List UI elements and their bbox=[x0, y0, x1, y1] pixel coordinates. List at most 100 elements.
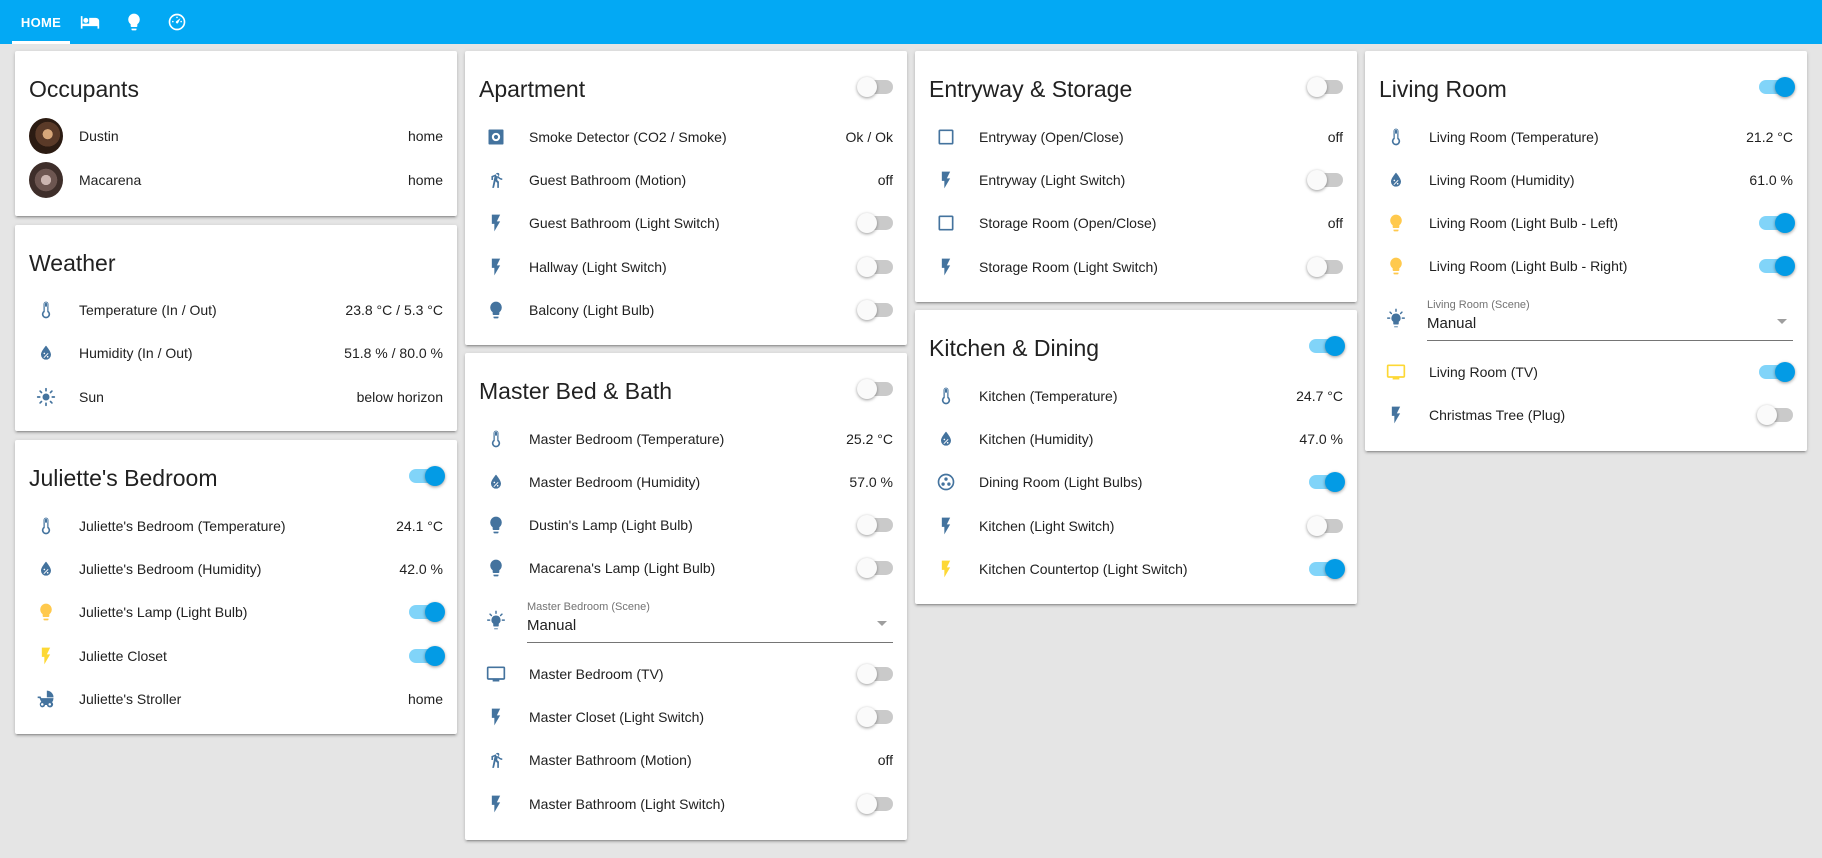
entity-state: 42.0 % bbox=[399, 561, 443, 577]
speedometer-icon bbox=[167, 12, 187, 32]
select-underline bbox=[1427, 340, 1793, 341]
entity-toggle[interactable] bbox=[857, 558, 893, 578]
entity-state: 24.1 °C bbox=[396, 518, 443, 534]
card-title: Weather bbox=[29, 249, 116, 276]
entity-row[interactable]: Kitchen (Temperature) 24.7 °C bbox=[929, 376, 1343, 416]
entity-row[interactable]: Guest Bathroom (Motion) off bbox=[479, 160, 893, 200]
entity-row[interactable]: Living Room (Light Bulb - Left) bbox=[1379, 203, 1795, 243]
entity-toggle[interactable] bbox=[857, 257, 893, 277]
app-toolbar: HOME bbox=[0, 0, 1822, 44]
card-header: Master Bed & Bath bbox=[479, 353, 893, 425]
occupant-row[interactable]: Macarena home bbox=[29, 160, 443, 200]
entity-toggle[interactable] bbox=[857, 794, 893, 814]
entity-row[interactable]: Storage Room (Light Switch) bbox=[929, 247, 1343, 287]
entity-toggle[interactable] bbox=[1307, 559, 1345, 579]
scene-select[interactable]: Master Bedroom (Scene) Manual bbox=[527, 599, 893, 643]
entity-toggle[interactable] bbox=[857, 213, 893, 233]
card-header: Occupants bbox=[29, 51, 443, 123]
entity-toggle[interactable] bbox=[857, 707, 893, 727]
entity-row[interactable]: Guest Bathroom (Light Switch) bbox=[479, 203, 893, 243]
kitchen-dining-card: Kitchen & Dining Kitchen (Temperature) 2… bbox=[915, 310, 1357, 604]
entity-row[interactable]: Master Bedroom (Humidity) 57.0 % bbox=[479, 462, 893, 502]
entity-row[interactable]: Master Bedroom (Temperature) 25.2 °C bbox=[479, 419, 893, 459]
select-label: Master Bedroom (Scene) bbox=[527, 601, 650, 613]
tab-home[interactable]: HOME bbox=[12, 0, 70, 44]
entity-row[interactable]: Christmas Tree (Plug) bbox=[1379, 395, 1793, 435]
group-toggle[interactable] bbox=[1307, 77, 1343, 97]
entity-toggle[interactable] bbox=[1757, 213, 1795, 233]
entity-row[interactable]: Living Room (Humidity) 61.0 % bbox=[1379, 160, 1793, 200]
entity-row[interactable]: Temperature (In / Out) 23.8 °C / 5.3 °C bbox=[29, 290, 443, 330]
entity-name: Master Bedroom (TV) bbox=[529, 666, 664, 682]
entity-toggle[interactable] bbox=[857, 300, 893, 320]
entity-toggle[interactable] bbox=[1757, 405, 1793, 425]
walk-icon bbox=[486, 170, 506, 190]
entity-row[interactable]: Living Room (TV) bbox=[1379, 352, 1795, 392]
tab-dashboard[interactable] bbox=[157, 0, 197, 44]
entity-row[interactable]: Living Room (Light Bulb - Right) bbox=[1379, 246, 1795, 286]
group-toggle[interactable] bbox=[1307, 336, 1345, 356]
scene-select[interactable]: Living Room (Scene) Manual bbox=[1427, 297, 1793, 341]
living-room-card: Living Room Living Room (Temperature) 21… bbox=[1365, 51, 1807, 451]
tab-bedrooms[interactable] bbox=[70, 0, 110, 44]
entity-toggle[interactable] bbox=[1757, 362, 1795, 382]
entity-row[interactable]: Dining Room (Light Bulbs) bbox=[929, 462, 1345, 502]
entity-row[interactable]: Hallway (Light Switch) bbox=[479, 247, 893, 287]
group-toggle[interactable] bbox=[407, 466, 445, 486]
entity-row[interactable]: Sun below horizon bbox=[29, 377, 443, 417]
entity-toggle[interactable] bbox=[1307, 516, 1343, 536]
group-toggle[interactable] bbox=[857, 77, 893, 97]
scene-icon bbox=[485, 610, 507, 632]
card-title: Entryway & Storage bbox=[929, 75, 1133, 102]
select-underline bbox=[527, 642, 893, 643]
weather-card: Weather Temperature (In / Out) 23.8 °C /… bbox=[15, 225, 457, 431]
scene-select-row: Living Room (Scene) Manual bbox=[1379, 291, 1793, 347]
entity-name: Humidity (In / Out) bbox=[79, 345, 193, 361]
lightbulb-icon bbox=[36, 602, 56, 622]
occupant-row[interactable]: Dustin home bbox=[29, 116, 443, 156]
chevron-down-icon bbox=[877, 621, 887, 626]
entity-row[interactable]: Macarena's Lamp (Light Bulb) bbox=[479, 548, 893, 588]
entity-toggle[interactable] bbox=[1307, 472, 1345, 492]
entity-row[interactable]: Master Bathroom (Motion) off bbox=[479, 740, 893, 780]
entity-row[interactable]: Dustin's Lamp (Light Bulb) bbox=[479, 505, 893, 545]
entity-row[interactable]: Balcony (Light Bulb) bbox=[479, 290, 893, 330]
entity-row[interactable]: Entryway (Open/Close) off bbox=[929, 117, 1343, 157]
tab-lights[interactable] bbox=[114, 0, 154, 44]
entity-row[interactable]: Kitchen Countertop (Light Switch) bbox=[929, 549, 1345, 589]
entity-row[interactable]: Master Closet (Light Switch) bbox=[479, 697, 893, 737]
entity-toggle[interactable] bbox=[407, 646, 445, 666]
entity-toggle[interactable] bbox=[857, 515, 893, 535]
group-toggle[interactable] bbox=[1757, 77, 1795, 97]
group-toggle[interactable] bbox=[857, 379, 893, 399]
entity-toggle[interactable] bbox=[857, 664, 893, 684]
entity-toggle[interactable] bbox=[1307, 170, 1343, 190]
entity-toggle[interactable] bbox=[1757, 256, 1795, 276]
entity-name: Master Bathroom (Light Switch) bbox=[529, 796, 726, 812]
entity-row[interactable]: Kitchen (Humidity) 47.0 % bbox=[929, 419, 1343, 459]
entity-row[interactable]: Humidity (In / Out) 51.8 % / 80.0 % bbox=[29, 333, 443, 373]
entity-row[interactable]: Juliette's Bedroom (Temperature) 24.1 °C bbox=[29, 506, 443, 546]
entity-row[interactable]: Juliette's Lamp (Light Bulb) bbox=[29, 592, 445, 632]
entity-name: Dustin's Lamp (Light Bulb) bbox=[529, 517, 693, 533]
entity-row[interactable]: Master Bedroom (TV) bbox=[479, 654, 893, 694]
entity-row[interactable]: Juliette's Bedroom (Humidity) 42.0 % bbox=[29, 549, 443, 589]
entity-state: home bbox=[407, 691, 443, 707]
entity-toggle[interactable] bbox=[407, 602, 445, 622]
water-percent-icon bbox=[936, 429, 956, 449]
entity-row[interactable]: Juliette's Stroller home bbox=[29, 679, 443, 719]
entity-row[interactable]: Kitchen (Light Switch) bbox=[929, 506, 1343, 546]
entity-row[interactable]: Smoke Detector (CO2 / Smoke) Ok / Ok bbox=[479, 117, 893, 157]
entity-row[interactable]: Juliette Closet bbox=[29, 636, 445, 676]
entity-row[interactable]: Entryway (Light Switch) bbox=[929, 160, 1343, 200]
entity-state: 24.7 °C bbox=[1296, 388, 1343, 404]
flash-icon bbox=[936, 559, 956, 579]
entity-toggle[interactable] bbox=[1307, 257, 1343, 277]
entity-row[interactable]: Master Bathroom (Light Switch) bbox=[479, 784, 893, 824]
card-header: Apartment bbox=[479, 51, 893, 123]
entity-row[interactable]: Storage Room (Open/Close) off bbox=[929, 203, 1343, 243]
entity-state: off bbox=[877, 172, 893, 188]
entity-name: Juliette's Bedroom (Humidity) bbox=[79, 561, 262, 577]
entity-row[interactable]: Living Room (Temperature) 21.2 °C bbox=[1379, 117, 1793, 157]
entity-name: Master Closet (Light Switch) bbox=[529, 709, 705, 725]
